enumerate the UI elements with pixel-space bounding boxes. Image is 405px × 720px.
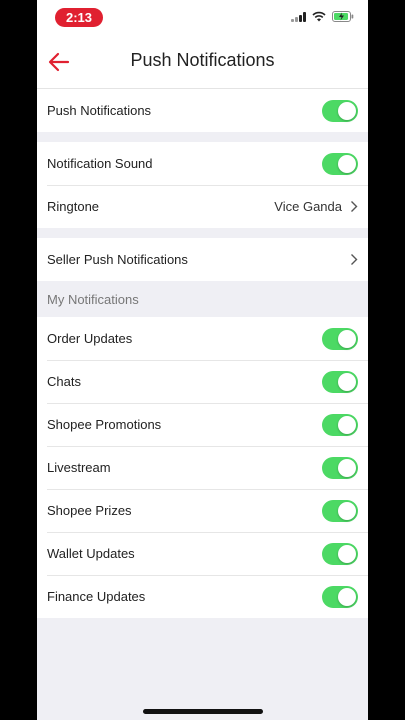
shopee-promotions-label: Shopee Promotions xyxy=(47,417,162,432)
shopee-prizes-toggle[interactable] xyxy=(322,499,358,522)
section-gap xyxy=(37,132,368,142)
toggle-knob xyxy=(338,154,356,173)
seller-push-row[interactable]: Seller Push Notifications xyxy=(37,238,368,281)
seller-section: Seller Push Notifications xyxy=(37,238,368,281)
list-item: Livestream xyxy=(37,446,368,489)
battery-charging-icon xyxy=(332,11,354,22)
list-item: Chats xyxy=(37,360,368,403)
finance-updates-toggle[interactable] xyxy=(322,585,358,608)
sound-section: Notification Sound Ringtone Vice Ganda xyxy=(37,142,368,228)
list-item: Finance Updates xyxy=(37,575,368,618)
section-gap xyxy=(37,228,368,238)
list-item: Shopee Promotions xyxy=(37,403,368,446)
notification-sound-label: Notification Sound xyxy=(47,156,153,171)
chats-label: Chats xyxy=(47,374,81,389)
shopee-prizes-label: Shopee Prizes xyxy=(47,503,132,518)
push-section: Push Notifications xyxy=(37,89,368,132)
order-updates-toggle[interactable] xyxy=(322,327,358,350)
status-time[interactable]: 2:13 xyxy=(55,8,103,27)
toggle-knob xyxy=(338,501,356,520)
push-notifications-toggle[interactable] xyxy=(322,99,358,122)
wallet-updates-toggle[interactable] xyxy=(322,542,358,565)
toggle-knob xyxy=(338,458,356,477)
toggle-knob xyxy=(338,372,356,391)
toggle-knob xyxy=(338,101,356,120)
my-notifications-header: My Notifications xyxy=(37,281,368,317)
livestream-label: Livestream xyxy=(47,460,111,475)
toggle-knob xyxy=(338,544,356,563)
notification-sound-toggle[interactable] xyxy=(322,152,358,175)
toggle-knob xyxy=(338,587,356,606)
list-item: Order Updates xyxy=(37,317,368,360)
ringtone-row[interactable]: Ringtone Vice Ganda xyxy=(37,185,368,228)
status-icons xyxy=(291,11,354,22)
livestream-toggle[interactable] xyxy=(322,456,358,479)
phone-screen: 2:13 Push Notifications Push Notificatio… xyxy=(37,0,368,720)
toggle-knob xyxy=(338,415,356,434)
order-updates-label: Order Updates xyxy=(47,331,133,346)
cellular-signal-icon xyxy=(291,11,306,22)
nav-header: Push Notifications xyxy=(37,36,368,89)
chevron-right-icon xyxy=(350,253,358,266)
push-notifications-label: Push Notifications xyxy=(47,103,152,118)
wifi-icon xyxy=(312,11,326,22)
chevron-right-icon xyxy=(350,200,358,213)
ringtone-value: Vice Ganda xyxy=(274,199,342,214)
seller-push-label: Seller Push Notifications xyxy=(47,252,188,267)
wallet-updates-label: Wallet Updates xyxy=(47,546,135,561)
notification-sound-row: Notification Sound xyxy=(37,142,368,185)
page-title: Push Notifications xyxy=(130,50,275,70)
status-bar: 2:13 xyxy=(37,0,368,36)
list-item: Shopee Prizes xyxy=(37,489,368,532)
push-notifications-row: Push Notifications xyxy=(37,89,368,132)
shopee-promotions-toggle[interactable] xyxy=(322,413,358,436)
my-notifications-section: Order Updates Chats Shopee Promotions Li… xyxy=(37,317,368,618)
finance-updates-label: Finance Updates xyxy=(47,589,146,604)
home-indicator[interactable] xyxy=(143,709,263,714)
chats-toggle[interactable] xyxy=(322,370,358,393)
toggle-knob xyxy=(338,329,356,348)
list-item: Wallet Updates xyxy=(37,532,368,575)
ringtone-label: Ringtone xyxy=(47,199,100,214)
